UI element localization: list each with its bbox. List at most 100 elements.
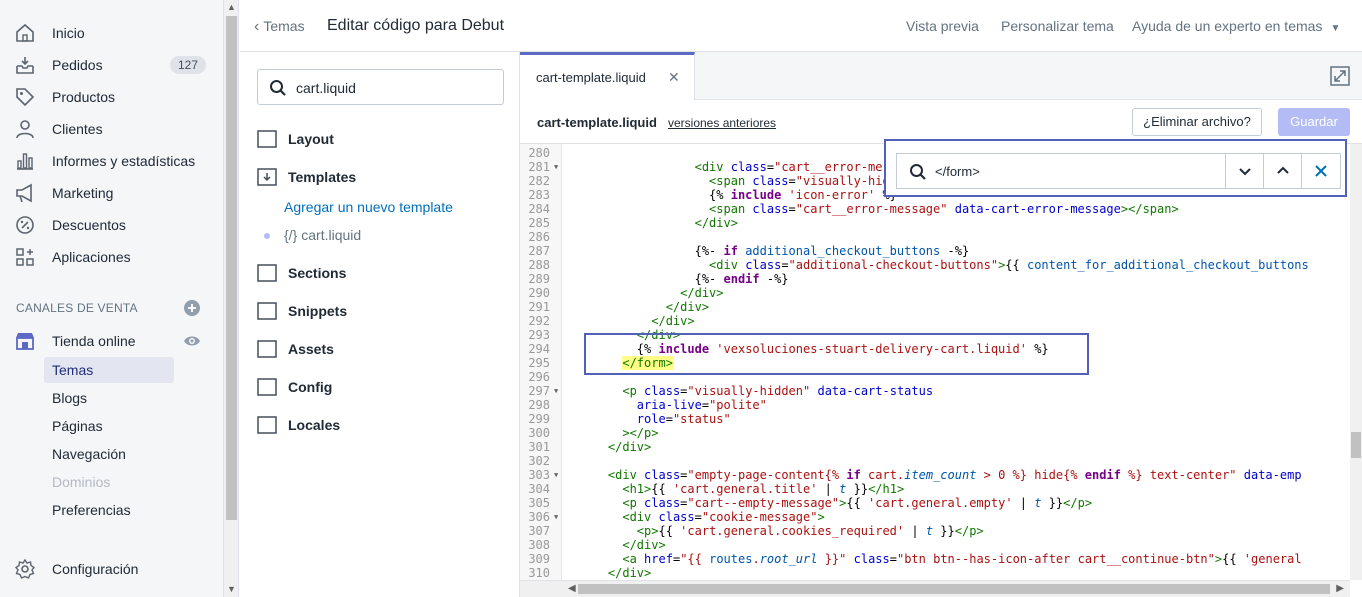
folder-sections[interactable]: Sections — [256, 260, 506, 288]
folder-snippets[interactable]: Snippets — [256, 298, 506, 326]
find-previous-button[interactable] — [1263, 154, 1301, 188]
add-template-link[interactable]: Agregar un nuevo template — [284, 199, 453, 215]
code-line[interactable]: 300 ></p> — [520, 426, 1350, 440]
editor-horizontal-scrollbar[interactable]: ◀ ▶ — [520, 580, 1350, 597]
folder-open-icon — [257, 168, 277, 186]
code-line[interactable]: 307 <p>{{ 'cart.general.cookies_required… — [520, 524, 1350, 538]
code-line[interactable]: 287 {%- if additional_checkout_buttons -… — [520, 244, 1350, 258]
sub-item-blogs[interactable]: Blogs — [44, 385, 174, 411]
expert-help-link[interactable]: Ayuda de un experto en temas ▼ — [1132, 18, 1340, 34]
delete-file-button[interactable]: ¿Eliminar archivo? — [1132, 108, 1262, 136]
line-number: 282 — [528, 174, 550, 188]
close-tab-icon[interactable]: ✕ — [668, 69, 680, 86]
code-line[interactable]: 292 </div> — [520, 314, 1350, 328]
tab-cart-template[interactable]: cart-template.liquid ✕ — [520, 52, 695, 101]
scroll-right-arrow[interactable]: ▶ — [1336, 583, 1344, 594]
nav-item-descuentos[interactable]: Descuentos — [0, 209, 224, 241]
fold-arrow-icon[interactable]: ▼ — [554, 468, 558, 482]
line-number: 293 — [528, 328, 550, 342]
scrollbar-thumb[interactable] — [226, 16, 237, 520]
search-icon — [910, 164, 926, 180]
nav-item-label: Aplicaciones — [52, 249, 131, 265]
scrollbar-thumb[interactable] — [578, 584, 1330, 594]
code-line[interactable]: 291 </div> — [520, 300, 1350, 314]
code-line[interactable]: 285 </div> — [520, 216, 1350, 230]
code-line[interactable]: 310 </div> — [520, 566, 1350, 580]
scrollbar-thumb[interactable] — [1351, 432, 1361, 458]
line-number: 284 — [528, 202, 550, 216]
editor-vertical-scrollbar[interactable] — [1350, 144, 1362, 580]
sub-item-dominios: Dominios — [52, 474, 111, 490]
eye-icon[interactable] — [183, 334, 201, 348]
find-next-button[interactable] — [1225, 154, 1263, 188]
line-number: 287 — [528, 244, 550, 258]
folder-locales[interactable]: Locales — [256, 412, 506, 440]
fold-arrow-icon[interactable]: ▼ — [554, 384, 558, 398]
scroll-down-arrow[interactable]: ▼ — [227, 585, 236, 594]
expand-icon[interactable] — [1330, 66, 1350, 86]
add-channel-icon[interactable] — [183, 299, 201, 317]
code-line[interactable]: 286 — [520, 230, 1350, 244]
line-number: 295 — [528, 356, 550, 370]
code-line[interactable]: 309 <a href="{{ routes.root_url }}" clas… — [520, 552, 1350, 566]
nav-item-clientes[interactable]: Clientes — [0, 113, 224, 145]
fold-arrow-icon[interactable]: ▼ — [554, 510, 558, 524]
folder-templates[interactable]: Templates — [256, 164, 506, 192]
file-name: cart.liquid — [301, 227, 362, 243]
sidebar-scrollbar[interactable]: ▲ ▼ — [224, 0, 239, 597]
fold-arrow-icon[interactable]: ▼ — [554, 160, 558, 174]
caret-down-icon: ▼ — [1330, 23, 1341, 34]
line-number: 308 — [528, 538, 550, 552]
nav-item-marketing[interactable]: Marketing — [0, 177, 224, 209]
page-title: Editar código para Debut — [327, 17, 504, 35]
code-line[interactable]: 289 {%- endif -%} — [520, 272, 1350, 286]
code-line[interactable]: 297 ▼ <p class="visually-hidden" data-car… — [520, 384, 1350, 398]
code-line[interactable]: 298 aria-live="polite" — [520, 398, 1350, 412]
preview-link[interactable]: Vista previa — [906, 18, 979, 34]
file-search-input[interactable]: cart.liquid — [257, 69, 504, 105]
folder-layout[interactable]: Layout — [256, 126, 506, 154]
sub-item-navegacion[interactable]: Navegación — [44, 441, 174, 467]
back-to-themes-link[interactable]: ‹ Temas — [254, 18, 305, 36]
code-line[interactable]: 288 <div class="additional-checkout-butt… — [520, 258, 1350, 272]
top-bar: ‹ Temas Editar código para Debut Vista pr… — [240, 0, 1362, 52]
scroll-left-arrow[interactable]: ◀ — [568, 583, 576, 594]
customize-theme-link[interactable]: Personalizar tema — [1001, 18, 1114, 34]
nav-item-configuracion[interactable]: Configuración — [0, 553, 224, 585]
nav-item-informes[interactable]: Informes y estadísticas — [0, 145, 224, 177]
nav-item-productos[interactable]: Productos — [0, 81, 224, 113]
code-line[interactable]: 302 — [520, 454, 1350, 468]
save-button[interactable]: Guardar — [1278, 108, 1350, 136]
older-versions-link[interactable]: versiones anteriores — [668, 116, 776, 130]
code-line[interactable]: 306 ▼ <div class="cookie-message"> — [520, 510, 1350, 524]
file-cart-liquid[interactable]: {/} cart.liquid — [264, 227, 361, 243]
code-line[interactable]: 308 </div> — [520, 538, 1350, 552]
nav-item-label: Configuración — [52, 561, 139, 577]
code-line[interactable]: 304 <h1>{{ 'cart.general.title' | t }}</… — [520, 482, 1350, 496]
folder-config[interactable]: Config — [256, 374, 506, 402]
code-line[interactable]: 301 </div> — [520, 440, 1350, 454]
code-line[interactable]: 299 role="status" — [520, 412, 1350, 426]
nav-item-inicio[interactable]: Inicio — [0, 17, 224, 49]
find-input[interactable]: </form> — [896, 153, 1341, 189]
back-label: Temas — [263, 18, 305, 34]
folder-assets[interactable]: Assets — [256, 336, 506, 364]
line-number: 291 — [528, 300, 550, 314]
chevron-down-icon — [1239, 168, 1251, 176]
code-line[interactable]: 290 </div> — [520, 286, 1350, 300]
sub-item-paginas[interactable]: Páginas — [44, 413, 174, 439]
code-text: </div> — [607, 566, 652, 580]
sub-item-temas[interactable]: Temas — [44, 357, 174, 383]
nav-item-pedidos[interactable]: Pedidos 127 — [0, 49, 224, 81]
close-find-button[interactable] — [1301, 154, 1339, 188]
nav-item-aplicaciones[interactable]: Aplicaciones — [0, 241, 224, 273]
scroll-up-arrow[interactable]: ▲ — [227, 3, 236, 12]
code-line[interactable]: 305 <p class="cart--empty-message">{{ 'c… — [520, 496, 1350, 510]
line-number: 281 — [528, 160, 550, 174]
code-line[interactable]: 284 <span class="cart__error-message" da… — [520, 202, 1350, 216]
code-line[interactable]: 303 ▼ <div class="empty-page-content{% if… — [520, 468, 1350, 482]
folder-label: Sections — [288, 265, 347, 281]
nav-item-tienda-online[interactable]: Tienda online — [0, 325, 224, 357]
sub-item-preferencias[interactable]: Preferencias — [44, 497, 174, 523]
search-icon — [270, 80, 286, 96]
